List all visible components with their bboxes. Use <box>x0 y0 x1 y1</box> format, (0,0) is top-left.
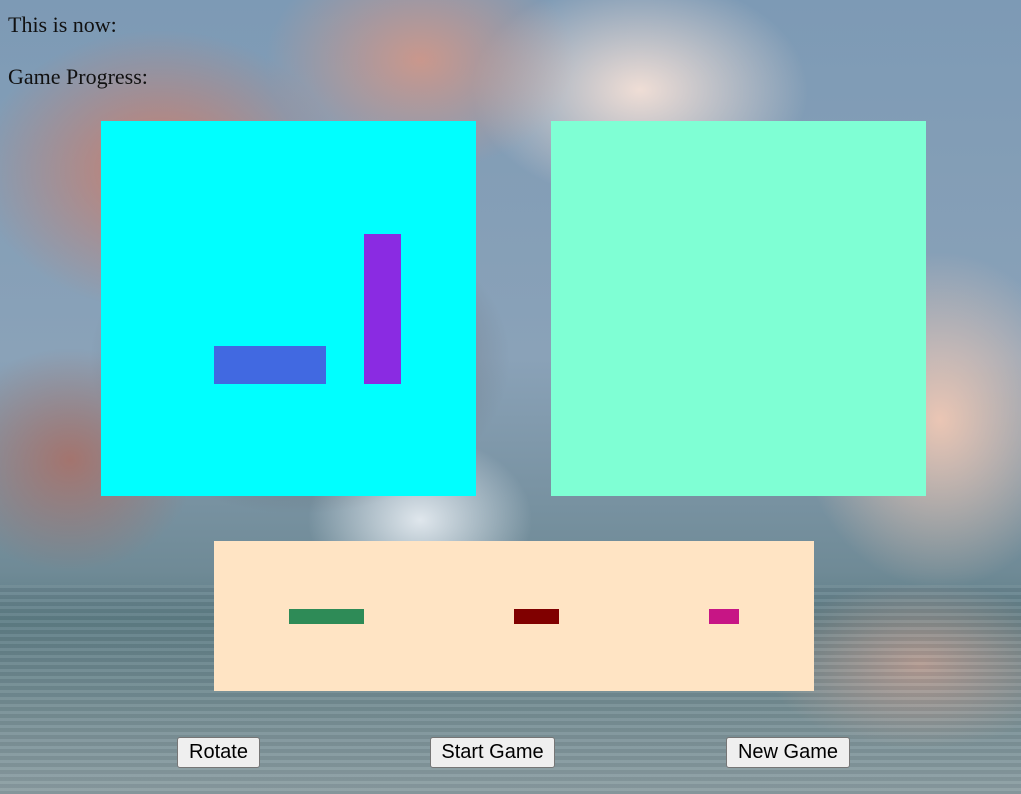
ship-dock <box>214 541 814 691</box>
new-game-button[interactable]: New Game <box>726 737 850 768</box>
dock-ship-maroon[interactable] <box>514 609 559 624</box>
placed-ship-blue[interactable] <box>214 346 326 384</box>
enemy-board[interactable] <box>551 121 926 496</box>
rotate-button[interactable]: Rotate <box>177 737 260 768</box>
start-game-button[interactable]: Start Game <box>430 737 555 768</box>
placed-ship-purple[interactable] <box>364 234 401 384</box>
game-progress-text: Game Progress: <box>8 64 148 89</box>
dock-ship-magenta[interactable] <box>709 609 739 624</box>
player-board[interactable] <box>101 121 476 496</box>
dock-ship-green[interactable] <box>289 609 364 624</box>
now-status-text: This is now: <box>8 12 117 37</box>
